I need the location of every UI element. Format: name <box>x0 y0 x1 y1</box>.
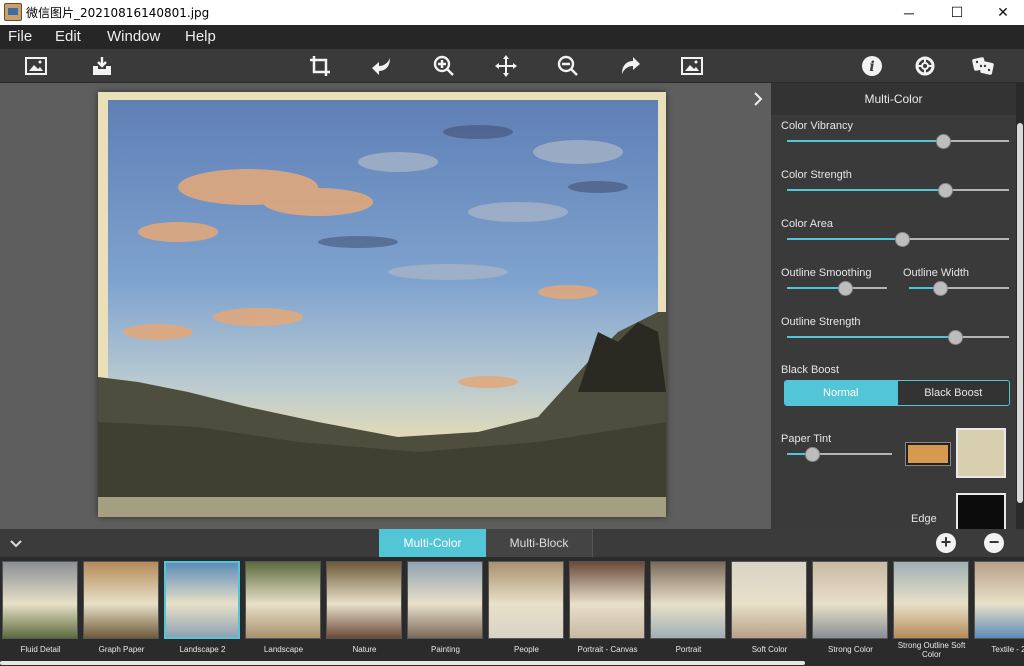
preset-label: Fluid Detail <box>20 645 61 654</box>
paper-tint-color-swatch[interactable] <box>905 442 951 466</box>
help-icon[interactable] <box>911 53 939 79</box>
close-button[interactable]: ✕ <box>980 0 1024 25</box>
preset-label: Portrait <box>675 645 702 654</box>
color-vibrancy-slider[interactable] <box>787 134 1009 149</box>
tab-multi-color[interactable]: Multi-Color <box>379 529 486 557</box>
redo-icon[interactable] <box>616 53 644 79</box>
settings-panel: Multi-Color Color Vibrancy Color Strengt… <box>771 83 1024 533</box>
preset-thumbnail[interactable] <box>731 561 807 639</box>
preset-label: Strong Color <box>828 645 873 654</box>
edge-label: Edge <box>911 513 937 525</box>
preset-thumbnail[interactable] <box>407 561 483 639</box>
outline-strength-slider[interactable] <box>787 330 1009 345</box>
edited-photo[interactable] <box>98 92 666 517</box>
scrollbar-thumb[interactable] <box>1017 123 1023 503</box>
add-preset-button[interactable]: + <box>936 533 956 553</box>
info-icon[interactable]: i <box>858 53 886 79</box>
outline-smoothing-slider[interactable] <box>787 281 887 296</box>
black-boost-normal-option[interactable]: Normal <box>785 381 897 405</box>
preset-thumbnail[interactable] <box>245 561 321 639</box>
outline-width-label: Outline Width <box>903 267 970 279</box>
maximize-button[interactable]: ☐ <box>934 0 980 25</box>
preset-thumbnail[interactable] <box>650 561 726 639</box>
preset-label: Nature <box>352 645 377 654</box>
preset-thumbnail[interactable] <box>83 561 159 639</box>
minimize-button[interactable]: ─ <box>886 0 932 25</box>
paper-texture-thumbnail[interactable] <box>956 428 1006 478</box>
black-boost-option[interactable]: Black Boost <box>896 381 1009 405</box>
slider-knob[interactable] <box>838 281 853 296</box>
window-title: 微信图片_20210816140801.jpg <box>26 6 210 20</box>
color-strength-slider[interactable] <box>787 183 1009 198</box>
preset-label: Landscape <box>263 645 304 654</box>
app-icon <box>4 3 22 21</box>
panel-scrollbar[interactable] <box>1016 83 1024 529</box>
undo-icon[interactable] <box>368 53 396 79</box>
preset-label: Graph Paper <box>98 645 145 654</box>
paper-tint-slider[interactable] <box>787 447 892 462</box>
preset-label: Landscape 2 <box>179 645 226 654</box>
panel-title: Multi-Color <box>771 83 1016 115</box>
title-bar: 微信图片_20210816140801.jpg ─ ☐ ✕ <box>0 0 1024 25</box>
preset-thumbnail[interactable] <box>326 561 402 639</box>
fit-image-icon[interactable] <box>678 53 706 79</box>
outline-width-slider[interactable] <box>909 281 1009 296</box>
preset-thumbnail[interactable] <box>893 561 969 639</box>
slider-knob[interactable] <box>948 330 963 345</box>
menu-edit[interactable]: Edit <box>55 28 81 45</box>
open-image-icon[interactable] <box>22 53 50 79</box>
outline-strength-label: Outline Strength <box>781 316 861 328</box>
preset-tab-bar: Multi-Color Multi-Block + − <box>0 529 1024 557</box>
zoom-in-icon[interactable] <box>430 53 458 79</box>
preset-thumbnail[interactable] <box>2 561 78 639</box>
menu-help[interactable]: Help <box>185 28 216 45</box>
preset-thumbnail[interactable] <box>974 561 1024 639</box>
preset-thumbnail[interactable] <box>488 561 564 639</box>
toolbar: i <box>0 49 1024 83</box>
menu-window[interactable]: Window <box>107 28 160 45</box>
preset-thumbnail[interactable] <box>569 561 645 639</box>
slider-knob[interactable] <box>895 232 910 247</box>
preset-strip: Fluid Detail Graph Paper Landscape 2 Landsc… <box>0 557 1024 666</box>
randomize-dice-icon[interactable] <box>969 53 997 79</box>
slider-knob[interactable] <box>933 281 948 296</box>
pan-icon[interactable] <box>492 53 520 79</box>
color-vibrancy-label: Color Vibrancy <box>781 120 853 132</box>
color-area-label: Color Area <box>781 218 833 230</box>
strip-scrollbar[interactable] <box>0 661 805 665</box>
preset-label: Portrait - Canvas <box>577 645 638 654</box>
menu-bar: File Edit Window Help <box>0 25 1024 49</box>
preset-label: Painting <box>431 645 460 654</box>
chevron-right-icon[interactable] <box>748 89 768 109</box>
color-strength-label: Color Strength <box>781 169 852 181</box>
preset-label: Strong Outline Soft Color <box>897 641 966 659</box>
tab-multi-block[interactable]: Multi-Block <box>486 529 593 557</box>
crop-icon[interactable] <box>306 53 334 79</box>
black-boost-toggle: Normal Black Boost <box>784 380 1010 406</box>
preset-thumbnail[interactable] <box>164 561 240 639</box>
slider-knob[interactable] <box>938 183 953 198</box>
zoom-out-icon[interactable] <box>554 53 582 79</box>
paper-tint-label: Paper Tint <box>781 433 832 445</box>
color-area-slider[interactable] <box>787 232 1009 247</box>
svg-text:i: i <box>869 59 874 75</box>
preset-label: Textile - 2 C <box>991 645 1024 654</box>
outline-smoothing-label: Outline Smoothing <box>781 267 872 279</box>
preset-thumbnail[interactable] <box>812 561 888 639</box>
slider-knob[interactable] <box>936 134 951 149</box>
preset-label: People <box>514 645 539 654</box>
black-boost-label: Black Boost <box>781 364 840 376</box>
chevron-down-icon[interactable] <box>8 535 24 551</box>
canvas-area[interactable] <box>0 83 771 529</box>
save-icon[interactable] <box>88 53 116 79</box>
slider-knob[interactable] <box>805 447 820 462</box>
preset-label: Soft Color <box>751 645 788 654</box>
edge-texture-thumbnail[interactable] <box>956 493 1006 533</box>
remove-preset-button[interactable]: − <box>984 533 1004 553</box>
menu-file[interactable]: File <box>8 28 32 45</box>
